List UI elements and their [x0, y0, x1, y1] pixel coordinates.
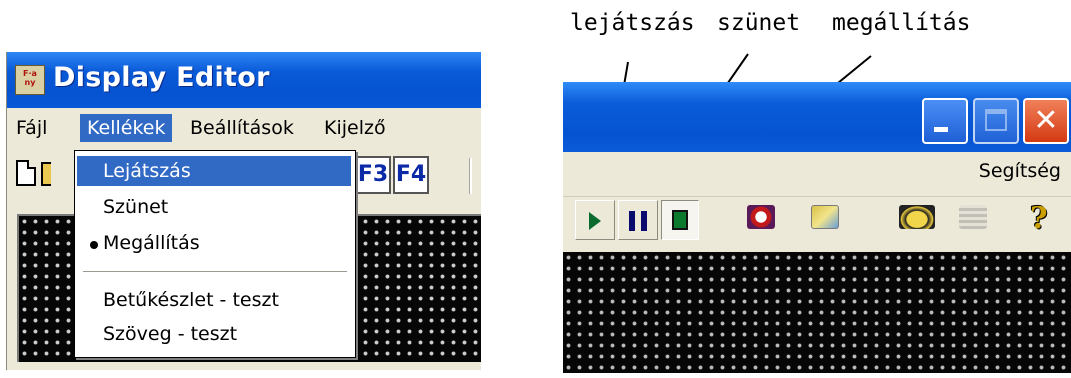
telephone-icon[interactable] [899, 205, 935, 229]
antenna-icon[interactable] [959, 205, 987, 229]
play-button[interactable] [575, 200, 615, 240]
play-icon [589, 212, 601, 230]
mail-icon[interactable] [811, 205, 839, 229]
stop-button[interactable] [661, 200, 699, 240]
close-icon: ✕ [1033, 103, 1059, 138]
help-button[interactable]: ? [1019, 200, 1059, 240]
menu-bar: Segítség [563, 152, 1071, 197]
minimize-button[interactable] [922, 98, 968, 144]
player-toolbar: ? [563, 197, 1071, 247]
title-bar: ✕ [563, 82, 1071, 152]
menu-segitseg[interactable]: Segítség [979, 160, 1061, 182]
player-window: ✕ Segítség ? [563, 82, 1071, 373]
pause-button[interactable] [618, 200, 658, 240]
pause-icon [629, 211, 647, 231]
maximize-button[interactable] [973, 98, 1019, 144]
close-button[interactable]: ✕ [1023, 98, 1069, 144]
stop-icon [672, 210, 688, 230]
clock-icon[interactable] [747, 205, 775, 229]
help-icon: ? [1030, 201, 1048, 236]
led-display-area [563, 252, 1071, 373]
